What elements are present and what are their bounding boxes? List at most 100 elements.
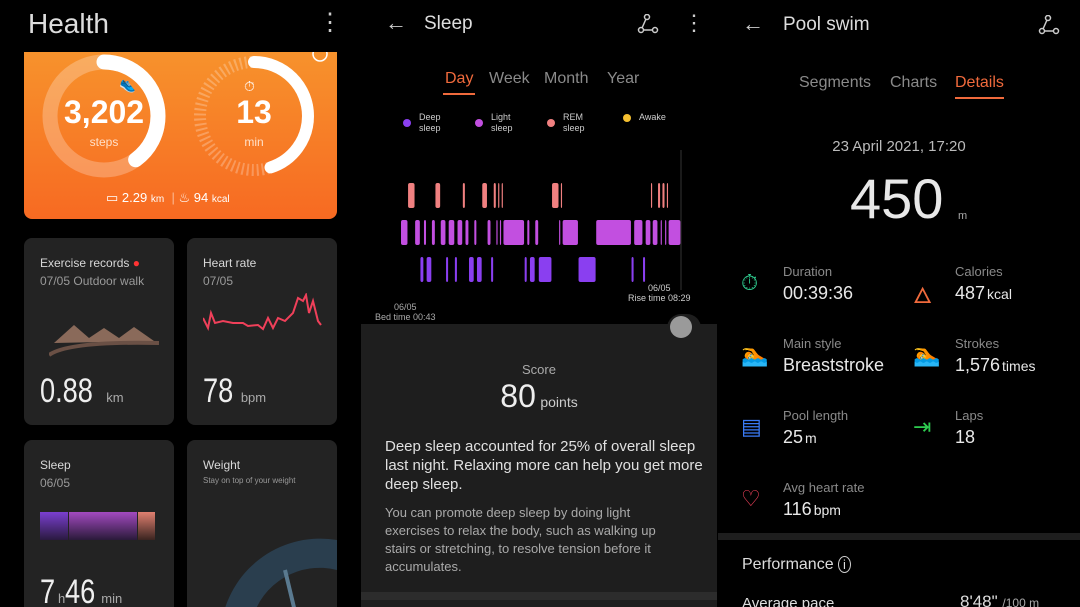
sleep-summary-text: Deep sleep accounted for 25% of overall … [385, 438, 703, 493]
steps-unit: steps [89, 135, 119, 149]
weight-card[interactable]: Weight Stay on top of your weight [187, 440, 337, 607]
stroke-count-icon: 🏊 [913, 342, 941, 367]
average-pace-value: 8'48" [960, 592, 998, 607]
sleep-segment-deep [476, 257, 482, 282]
sleep-segment-rem [650, 183, 653, 208]
calories-unit: kcal [211, 194, 230, 205]
share-route-icon[interactable] [637, 14, 659, 34]
stat-label: Main style [783, 336, 842, 351]
pool-length-icon: ▤ [741, 414, 762, 439]
sleep-segment-deep [643, 257, 646, 282]
sleep-segment-light [559, 220, 561, 245]
swimmer-icon: 🏊 [741, 342, 769, 367]
flame-icon: 🜂 [913, 283, 933, 308]
sleep-segment-rem [493, 183, 496, 208]
more-menu-button[interactable]: ⋮ [318, 8, 342, 37]
sleep-segment-light [401, 220, 408, 245]
tab-day[interactable]: Day [443, 70, 476, 95]
minutes-unit: min [244, 135, 264, 149]
legend-swatch [547, 119, 555, 127]
stat-label: Avg heart rate [783, 480, 865, 495]
sleep-segment-light [596, 220, 631, 245]
card-title: Exercise records [40, 256, 130, 270]
score-label: Score [522, 362, 556, 377]
sleep-segment-rem [658, 183, 661, 208]
bed-time-label: 06/05 Bed time 00:43 [375, 302, 436, 322]
legend-label: REM sleep [563, 112, 585, 133]
sleep-panel: ← Sleep ⋮ Day Week Month Year Deep sleep Ligh… [361, 0, 717, 607]
sleep-segment-light [499, 220, 502, 245]
sleep-segment-deep [454, 257, 457, 282]
sleep-segment-rem [662, 183, 665, 208]
legend-label: Awake [639, 112, 666, 122]
sheet-drag-handle[interactable] [670, 316, 692, 338]
tab-segments[interactable]: Segments [799, 74, 871, 92]
sleep-segment-deep [631, 257, 634, 282]
stat-label: Strokes [955, 336, 1000, 351]
ruler-icon: ▭ [106, 190, 119, 205]
heart-rate-icon: ♡ [741, 486, 761, 511]
card-value: 78 [203, 372, 234, 410]
stat-label: Calories [955, 264, 1003, 279]
sleep-segment-light [457, 220, 463, 245]
legend-item: Awake [623, 112, 666, 123]
sleep-segment-light [634, 220, 643, 245]
legend-item: Deep sleep [403, 112, 441, 134]
sleep-segment-light [423, 220, 427, 245]
sleep-stage-chart [401, 150, 682, 290]
legend-item: REM sleep [547, 112, 585, 134]
sleep-segment-deep [491, 257, 494, 282]
tab-month[interactable]: Month [544, 70, 588, 88]
sleep-hours: 7 [40, 573, 56, 607]
stat-label: Duration [783, 264, 833, 279]
heart-rate-card[interactable]: Heart rate 07/05 78 bpm [187, 238, 337, 425]
back-arrow-icon[interactable]: ← [742, 11, 764, 37]
sleep-segment-rem [408, 183, 415, 208]
sleep-advice-text: You can promote deep sleep by doing ligh… [385, 505, 656, 574]
sleep-segment-rem [482, 183, 487, 208]
sleep-segment-light [487, 220, 491, 245]
distance-value: 2.29 [121, 190, 148, 205]
stat-label: Pool length [783, 408, 849, 423]
flame-icon: ♨ [178, 190, 191, 205]
card-unit: km [106, 390, 124, 405]
legend-label: Deep sleep [419, 112, 441, 133]
sleep-summary-sheet: Score 80 points Deep sleep accounted for… [361, 314, 717, 607]
sleep-segment-deep [426, 257, 432, 282]
average-pace-label: Average pace [742, 595, 835, 607]
sleep-segment-light [668, 220, 681, 245]
card-title: Weight [203, 458, 241, 472]
distance-unit: m [958, 210, 968, 222]
tab-charts[interactable]: Charts [890, 74, 937, 92]
tab-year[interactable]: Year [607, 70, 639, 88]
share-route-icon[interactable] [1038, 15, 1060, 35]
sleep-segment-rem [501, 183, 503, 208]
sleep-segment-light [415, 220, 420, 245]
tab-week[interactable]: Week [489, 70, 530, 88]
distance-value: 450 [850, 167, 944, 230]
sleep-segment-light [660, 220, 662, 245]
tab-details[interactable]: Details [955, 74, 1004, 99]
more-menu-button[interactable]: ⋮ [683, 10, 705, 36]
activity-card[interactable]: 👟 3,202 steps ⏱ 13 min ▭ 2.29 km | ♨ 94 … [24, 52, 337, 219]
legend-label: Light sleep [491, 112, 513, 133]
info-icon[interactable]: i [838, 556, 851, 573]
mountains-illustration [49, 325, 159, 357]
sleep-segment-rem [462, 183, 465, 208]
stat-value: 487 kcal [955, 283, 1012, 303]
performance-heading: Performance [742, 556, 834, 573]
sleep-segment-deep [420, 257, 424, 282]
sleep-card[interactable]: Sleep 06/05 7 h46 min [24, 440, 174, 607]
card-subtitle: 07/05 Outdoor walk [40, 274, 145, 288]
sleep-segment-light [652, 220, 658, 245]
calories-value: 94 [193, 190, 209, 205]
sleep-segment-deep [524, 257, 527, 282]
exercise-records-card[interactable]: Exercise records ● 07/05 Outdoor walk 0.… [24, 238, 174, 425]
legend-swatch [403, 119, 411, 127]
sleep-segment-rem [552, 183, 559, 208]
sleep-segment-light [496, 220, 498, 245]
back-arrow-icon[interactable]: ← [385, 10, 407, 36]
workout-date: 23 April 2021, 17:20 [832, 138, 966, 155]
stat-value: 00:39:36 [783, 283, 854, 303]
stat-value: Breaststroke [783, 355, 885, 375]
